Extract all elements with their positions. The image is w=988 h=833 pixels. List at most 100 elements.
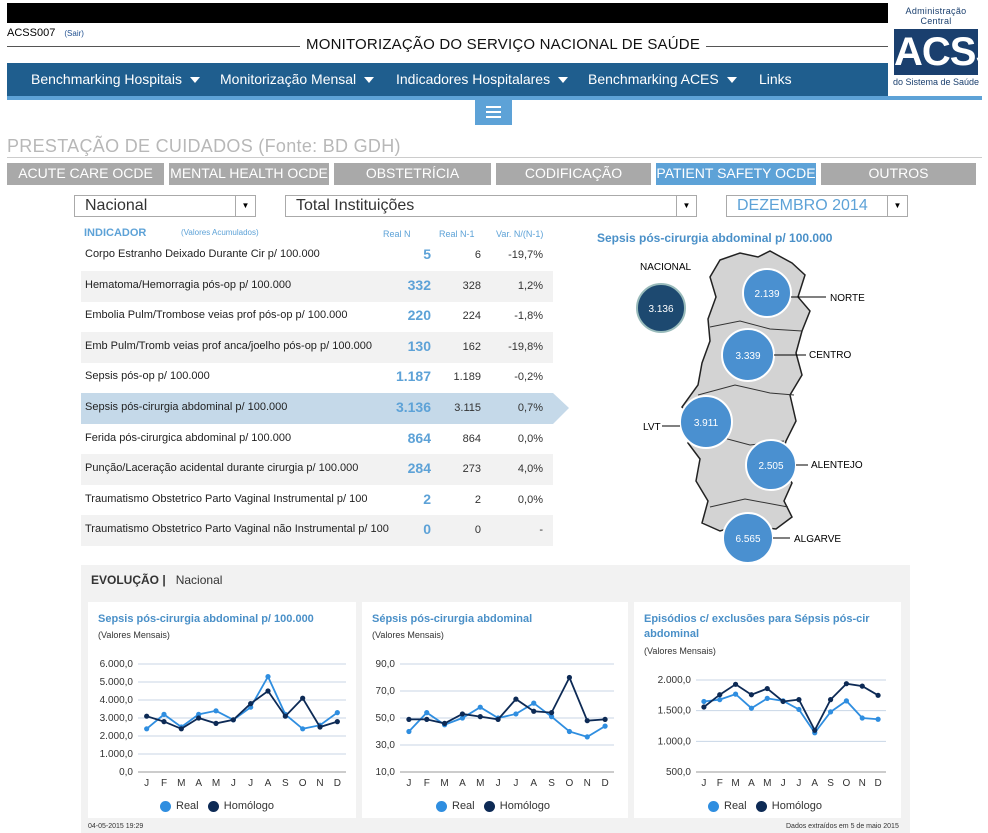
data-point-homologo[interactable] xyxy=(548,710,555,716)
variation-value: 1,2% xyxy=(517,279,543,292)
data-point-real[interactable] xyxy=(602,723,608,729)
data-point-homologo[interactable] xyxy=(459,711,466,717)
nav-label: Benchmarking ACES xyxy=(588,71,719,87)
data-point-real[interactable] xyxy=(265,674,271,680)
data-point-real[interactable] xyxy=(732,691,739,697)
data-point-homologo[interactable] xyxy=(843,681,850,687)
data-point-homologo[interactable] xyxy=(406,716,412,722)
data-point-real[interactable] xyxy=(717,697,723,703)
data-point-homologo[interactable] xyxy=(424,716,430,722)
table-row[interactable]: Corpo Estranho Deixado Durante Cir p/ 10… xyxy=(81,240,553,271)
data-point-homologo[interactable] xyxy=(282,713,288,719)
y-tick-label: 6.000,0 xyxy=(100,659,134,670)
data-point-real[interactable] xyxy=(424,710,430,716)
data-point-homologo[interactable] xyxy=(477,714,483,720)
table-row-selected[interactable]: Sepsis pós-cirurgia abdominal p/ 100.000… xyxy=(81,393,553,424)
data-point-homologo[interactable] xyxy=(732,681,739,687)
data-point-real[interactable] xyxy=(477,704,483,710)
data-point-homologo[interactable] xyxy=(875,692,881,698)
data-point-homologo[interactable] xyxy=(513,696,519,702)
data-point-real[interactable] xyxy=(144,726,150,732)
data-point-homologo[interactable] xyxy=(144,713,150,719)
table-row[interactable]: Traumatismo Obstetrico Parto Vaginal não… xyxy=(81,515,553,547)
data-point-real[interactable] xyxy=(796,706,802,713)
data-point-real[interactable] xyxy=(566,728,573,735)
nav-indicadores-hospitalares[interactable]: Indicadores Hospitalares xyxy=(396,71,569,87)
indicator-name: Sepsis pós-op p/ 100.000 xyxy=(85,370,210,383)
data-point-homologo[interactable] xyxy=(178,726,184,732)
data-point-homologo[interactable] xyxy=(584,718,590,724)
data-point-homologo[interactable] xyxy=(230,717,236,723)
data-point-real[interactable] xyxy=(334,710,340,716)
chart-title: Episódios c/ exclusões para Sépsis pós-c… xyxy=(644,613,870,640)
nav-links[interactable]: Links xyxy=(759,71,792,87)
data-point-real[interactable] xyxy=(764,695,770,701)
nav-monitorizacao-mensal[interactable]: Monitorização Mensal xyxy=(220,71,375,87)
data-point-real[interactable] xyxy=(300,726,306,732)
real-n-value: 220 xyxy=(407,307,431,324)
hamburger-icon[interactable] xyxy=(475,99,512,125)
data-point-homologo[interactable] xyxy=(265,688,271,694)
data-point-real[interactable] xyxy=(748,705,755,711)
x-tick-label: J xyxy=(781,778,786,789)
data-point-homologo[interactable] xyxy=(859,683,865,689)
tab-acute-care[interactable]: ACUTE CARE OCDE xyxy=(7,163,164,185)
data-point-real[interactable] xyxy=(859,715,865,721)
data-point-homologo[interactable] xyxy=(441,720,448,726)
data-point-homologo[interactable] xyxy=(495,716,501,722)
data-point-homologo[interactable] xyxy=(701,704,707,710)
variation-value: 0,0% xyxy=(517,493,543,506)
data-point-homologo[interactable] xyxy=(717,692,723,698)
data-point-homologo[interactable] xyxy=(300,695,306,701)
table-row[interactable]: Embolia Pulm/Trombose veias prof pós-op … xyxy=(81,301,553,332)
table-row[interactable]: Sepsis pós-op p/ 100.000 1.187 1.189 -0,2% xyxy=(81,362,553,393)
label-lvt: LVT xyxy=(643,422,661,433)
data-point-homologo[interactable] xyxy=(602,716,608,722)
data-point-real[interactable] xyxy=(875,716,881,722)
tab-patient-safety[interactable]: PATIENT SAFETY OCDE xyxy=(656,163,816,185)
data-point-real[interactable] xyxy=(513,711,519,717)
institution-select[interactable]: Total Instituições ▼ xyxy=(285,195,697,217)
tab-outros[interactable]: OUTROS xyxy=(821,163,976,185)
data-point-homologo[interactable] xyxy=(213,720,219,726)
table-row[interactable]: Emb Pulm/Tromb veias prof anca/joelho pó… xyxy=(81,331,553,363)
data-point-homologo[interactable] xyxy=(764,685,770,692)
table-row[interactable]: Ferida pós-cirurgica abdominal p/ 100.00… xyxy=(81,424,553,455)
data-point-homologo[interactable] xyxy=(317,724,323,730)
data-point-homologo[interactable] xyxy=(812,727,818,733)
tab-obstetricia[interactable]: OBSTETRÍCIA xyxy=(334,163,491,185)
data-point-homologo[interactable] xyxy=(827,697,834,703)
period-select[interactable]: DEZEMBRO 2014 ▼ xyxy=(726,195,908,217)
data-point-homologo[interactable] xyxy=(796,697,802,703)
legend-dot-homologo xyxy=(483,800,495,812)
data-point-homologo[interactable] xyxy=(334,719,340,725)
data-point-real[interactable] xyxy=(827,709,834,715)
data-point-homologo[interactable] xyxy=(748,692,755,698)
region-select[interactable]: Nacional ▼ xyxy=(74,195,256,217)
tab-mental-health[interactable]: MENTAL HEALTH OCDE xyxy=(169,163,329,185)
data-point-homologo[interactable] xyxy=(780,698,786,705)
table-row[interactable]: Traumatismo Obstetrico Parto Vaginal Ins… xyxy=(81,485,553,516)
tab-codificacao[interactable]: CODIFICAÇÃO xyxy=(496,163,651,185)
logout-link[interactable]: (Sair) xyxy=(64,29,84,38)
dropdown-arrow-icon[interactable]: ▼ xyxy=(887,196,907,216)
data-point-real[interactable] xyxy=(843,698,850,704)
data-point-real[interactable] xyxy=(406,728,412,735)
data-point-homologo[interactable] xyxy=(248,701,254,707)
data-point-homologo[interactable] xyxy=(196,715,202,721)
data-point-real[interactable] xyxy=(531,700,537,706)
dropdown-arrow-icon[interactable]: ▼ xyxy=(676,196,696,216)
acss-logo[interactable]: Administração Central ACSS do Sistema de… xyxy=(892,6,988,94)
dropdown-arrow-icon[interactable]: ▼ xyxy=(235,196,255,216)
data-point-real[interactable] xyxy=(161,711,167,717)
nav-benchmarking-hospitais[interactable]: Benchmarking Hospitais xyxy=(31,71,200,87)
data-point-homologo[interactable] xyxy=(161,719,167,725)
table-row[interactable]: Hematoma/Hemorragia pós-op p/ 100.000 332… xyxy=(81,270,553,302)
nav-benchmarking-aces[interactable]: Benchmarking ACES xyxy=(588,71,737,87)
data-point-homologo[interactable] xyxy=(531,708,537,714)
table-row[interactable]: Punção/Laceração acidental durante cirur… xyxy=(81,454,553,486)
data-point-real[interactable] xyxy=(213,708,219,714)
data-point-real[interactable] xyxy=(701,698,707,705)
data-point-real[interactable] xyxy=(584,734,590,740)
data-point-homologo[interactable] xyxy=(566,674,573,681)
